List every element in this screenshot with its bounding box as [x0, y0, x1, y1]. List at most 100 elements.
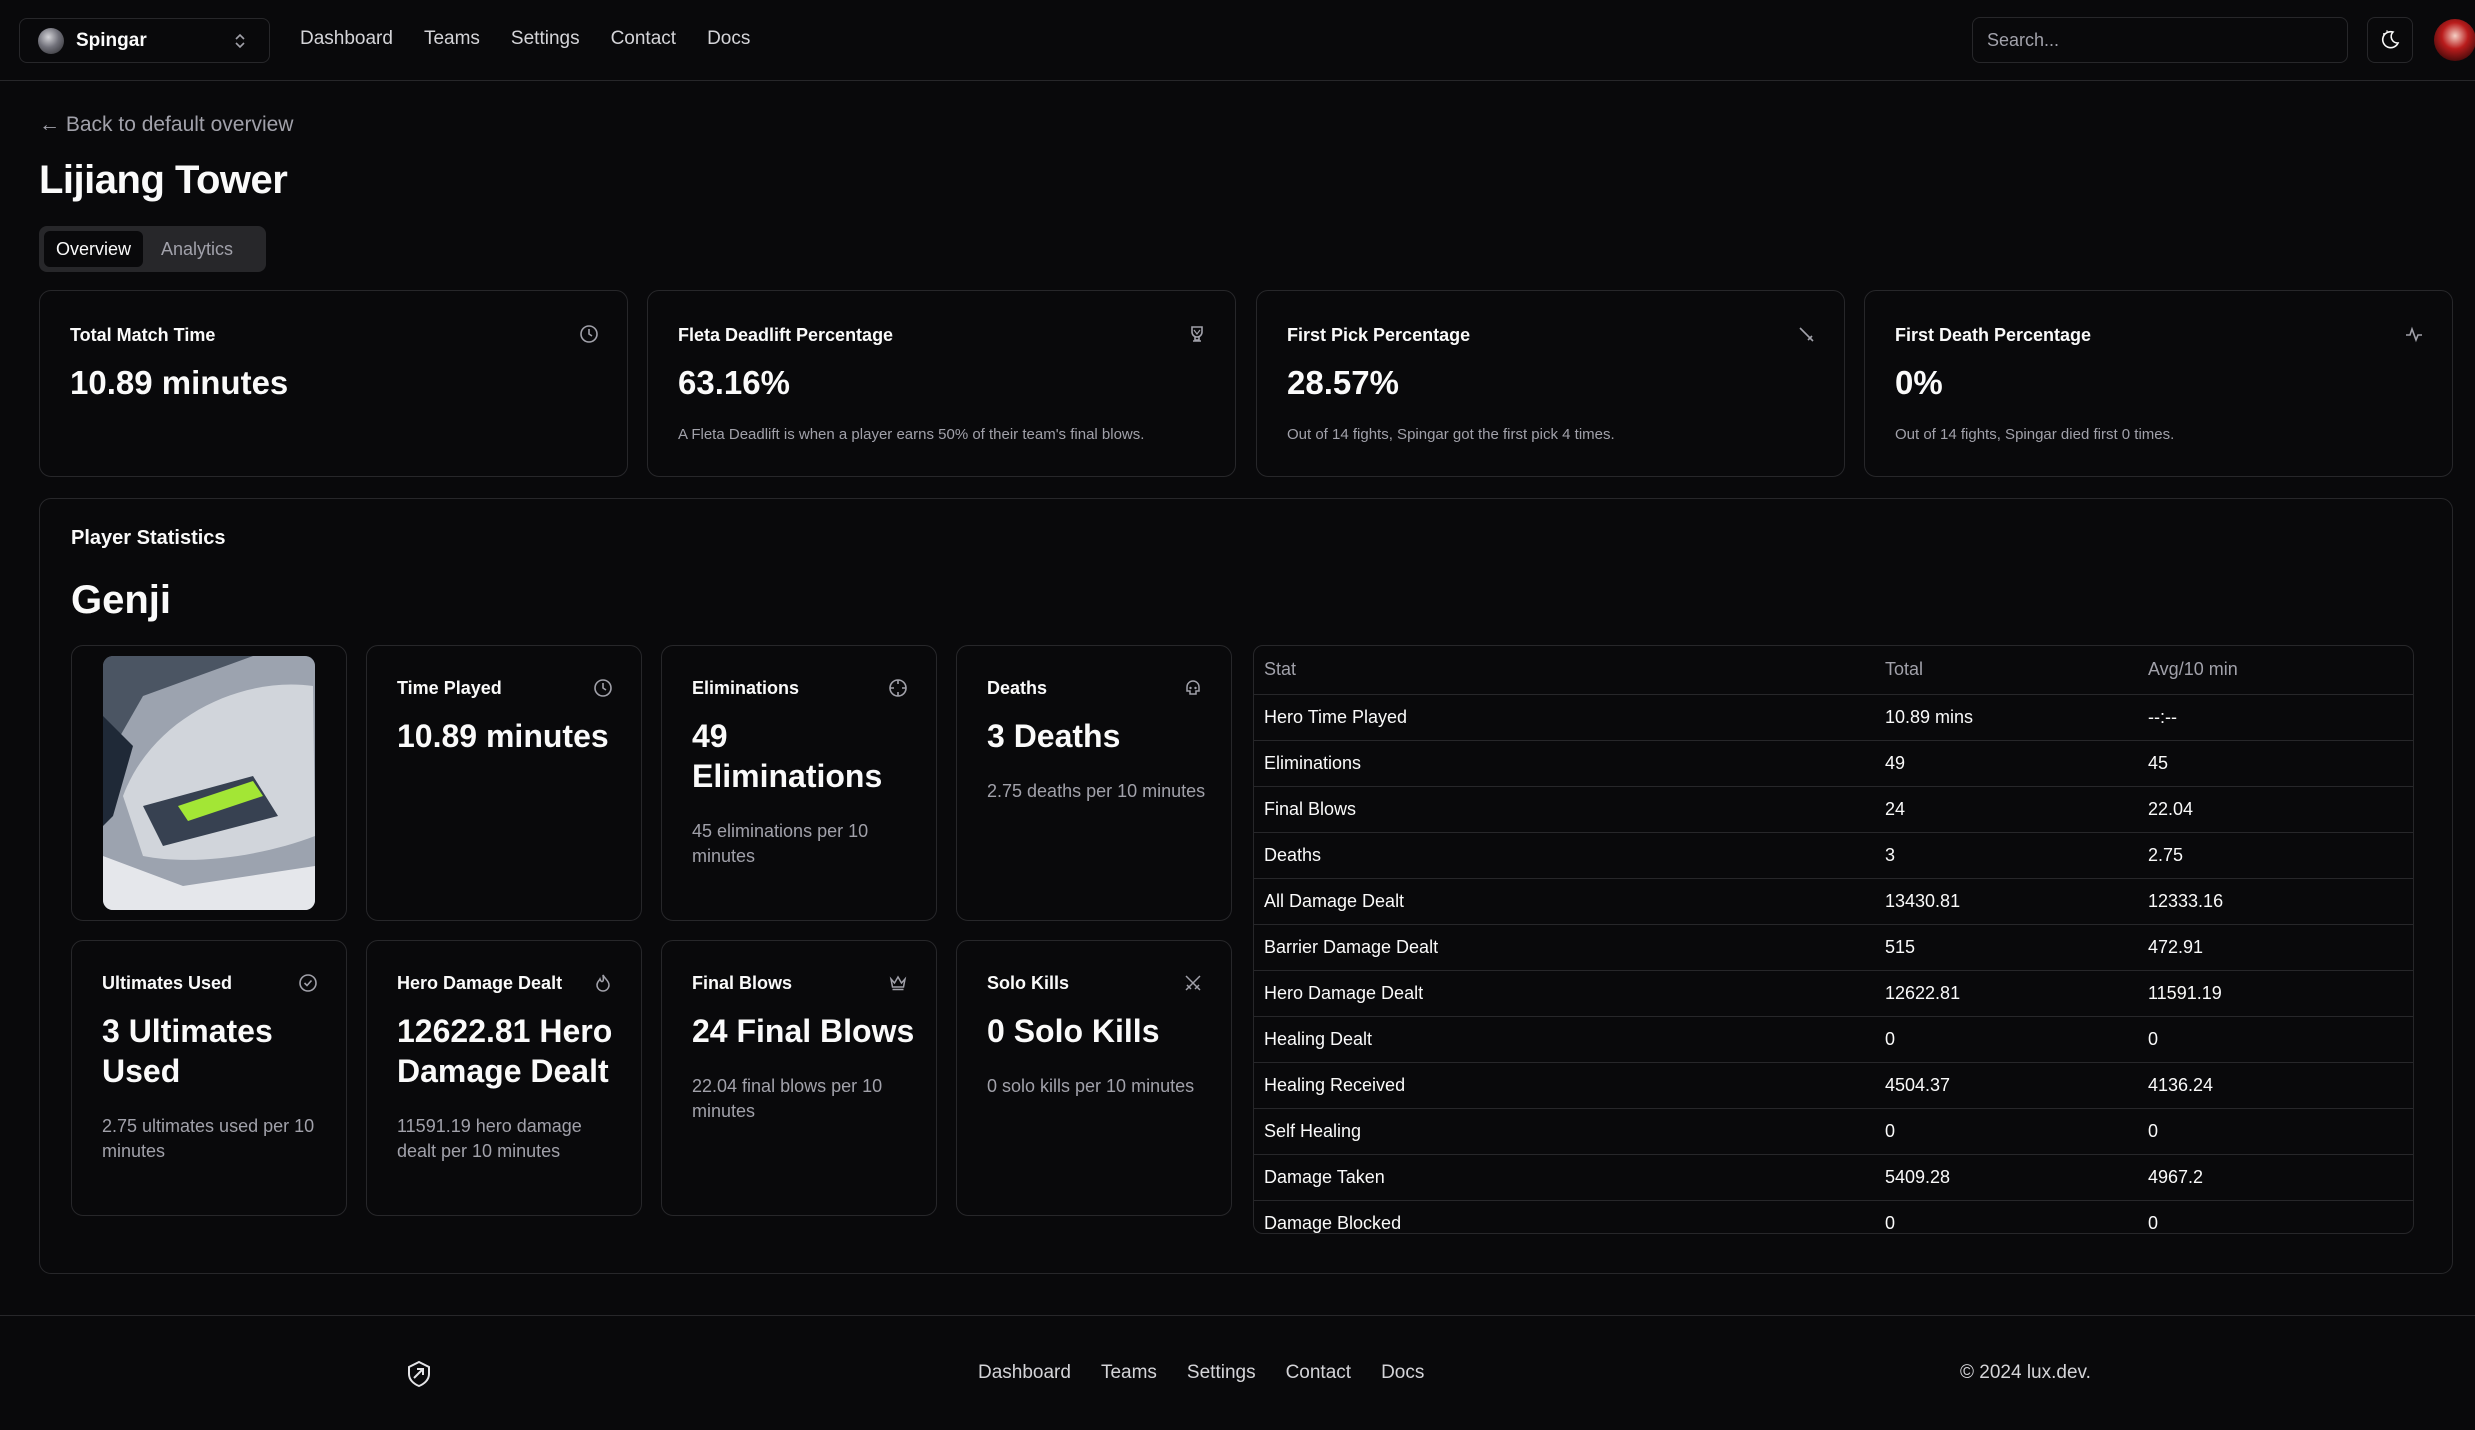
stat-label: Time Played — [397, 678, 502, 698]
total-cell: 0 — [1875, 1108, 2138, 1155]
stats-table-container[interactable]: Stat Total Avg/10 min Hero Time Played 10… — [1253, 645, 2414, 1234]
hero-portrait-card — [71, 645, 347, 921]
table-row: All Damage Dealt 13430.81 12333.16 — [1254, 878, 2413, 925]
avg-cell: 472.91 — [2138, 924, 2413, 971]
stat-label: Eliminations — [692, 678, 800, 698]
logo-icon[interactable] — [406, 1360, 432, 1393]
total-cell: 13430.81 — [1875, 878, 2138, 925]
stat-note: 2.75 deaths per 10 minutes — [987, 781, 1206, 801]
team-name: Spingar — [76, 29, 147, 51]
table-row: Hero Time Played 10.89 mins --:-- — [1254, 694, 2413, 741]
stat-value: 10.89 minutes — [397, 718, 609, 754]
card-label: Total Match Time — [70, 325, 216, 345]
stat-label: Deaths — [987, 678, 1048, 698]
card-value: 63.16% — [678, 364, 790, 401]
stat-name-cell: Eliminations — [1254, 740, 1875, 787]
stat-name-cell: Damage Blocked — [1254, 1200, 1875, 1233]
search-input[interactable] — [1972, 17, 2348, 63]
table-row: Healing Dealt 0 0 — [1254, 1016, 2413, 1063]
column-header-total: Total — [1875, 646, 2138, 695]
card-label: First Pick Percentage — [1287, 325, 1471, 345]
tab-overview[interactable]: Overview — [44, 231, 144, 267]
tab-list: Overview Analytics — [39, 226, 266, 272]
table-row: Barrier Damage Dealt 515 472.91 — [1254, 924, 2413, 971]
skull-icon — [1183, 678, 1203, 698]
stats-table: Stat Total Avg/10 min Hero Time Played 10… — [1254, 646, 2413, 1233]
footer-link-settings[interactable]: Settings — [1187, 1362, 1256, 1384]
stat-name-cell: Healing Received — [1254, 1062, 1875, 1109]
stat-label: Ultimates Used — [102, 973, 233, 993]
card-value: 0% — [1895, 364, 1943, 401]
table-row: Damage Taken 5409.28 4967.2 — [1254, 1154, 2413, 1201]
footer-nav: Dashboard Teams Settings Contact Docs — [978, 1362, 1424, 1384]
footer: Dashboard Teams Settings Contact Docs © … — [0, 1315, 2475, 1430]
nav-docs[interactable]: Docs — [707, 28, 750, 50]
stat-value: 0 Solo Kills — [987, 1013, 1160, 1049]
swords-icon — [1183, 973, 1203, 993]
card-value: 28.57% — [1287, 364, 1399, 401]
table-row: Final Blows 24 22.04 — [1254, 786, 2413, 833]
footer-link-dashboard[interactable]: Dashboard — [978, 1362, 1071, 1384]
stat-value: 3 Ultimates Used — [102, 1013, 273, 1089]
stat-name-cell: Final Blows — [1254, 786, 1875, 833]
nav-settings[interactable]: Settings — [511, 28, 580, 50]
stat-card-eliminations: Eliminations 49 Eliminations 45 eliminat… — [661, 645, 937, 921]
footer-link-contact[interactable]: Contact — [1286, 1362, 1351, 1384]
clock-icon — [593, 678, 613, 698]
stat-note: 2.75 ultimates used per 10 minutes — [102, 1116, 315, 1161]
main-nav: Dashboard Teams Settings Contact Docs — [300, 28, 750, 50]
stat-name-cell: Hero Damage Dealt — [1254, 970, 1875, 1017]
stat-value: 24 Final Blows — [692, 1013, 915, 1049]
avg-cell: 45 — [2138, 740, 2413, 787]
avg-cell: --:-- — [2138, 694, 2413, 741]
sword-icon — [1796, 324, 1816, 344]
total-cell: 10.89 mins — [1875, 694, 2138, 741]
stat-name-cell: Damage Taken — [1254, 1154, 1875, 1201]
stat-label: Hero Damage Dealt — [397, 973, 563, 993]
nav-dashboard[interactable]: Dashboard — [300, 28, 393, 50]
chevron-up-down-icon — [233, 31, 247, 56]
page-title: Lijiang Tower — [39, 158, 288, 202]
stat-value: 12622.81 Hero Damage Dealt — [397, 1013, 613, 1089]
avg-cell: 11591.19 — [2138, 970, 2413, 1017]
clock-icon — [579, 324, 599, 344]
stat-name-cell: Deaths — [1254, 832, 1875, 879]
column-header-stat: Stat — [1254, 646, 1875, 695]
stat-name-cell: Healing Dealt — [1254, 1016, 1875, 1063]
team-avatar — [38, 27, 64, 54]
footer-link-docs[interactable]: Docs — [1381, 1362, 1424, 1384]
table-row: Self Healing 0 0 — [1254, 1108, 2413, 1155]
footer-link-teams[interactable]: Teams — [1101, 1362, 1157, 1384]
total-cell: 4504.37 — [1875, 1062, 2138, 1109]
stat-note: 22.04 final blows per 10 minutes — [692, 1076, 883, 1121]
nav-contact[interactable]: Contact — [611, 28, 676, 50]
card-label: First Death Percentage — [1895, 325, 2092, 345]
stat-name-cell: Barrier Damage Dealt — [1254, 924, 1875, 971]
crown-icon — [888, 973, 908, 993]
table-row: Eliminations 49 45 — [1254, 740, 2413, 787]
summary-card-fleta-deadlift: Fleta Deadlift Percentage 63.16% A Fleta… — [647, 290, 1236, 477]
theme-toggle-button[interactable] — [2367, 17, 2413, 63]
stat-name-cell: All Damage Dealt — [1254, 878, 1875, 925]
team-switcher[interactable]: Spingar — [19, 18, 270, 63]
tab-analytics[interactable]: Analytics — [149, 231, 245, 267]
activity-icon — [2404, 324, 2424, 344]
user-avatar[interactable] — [2434, 19, 2475, 61]
copyright: © 2024 lux.dev. — [1960, 1362, 2091, 1383]
player-statistics-title: Player Statistics — [71, 527, 226, 549]
stat-card-ultimates-used: Ultimates Used 3 Ultimates Used 2.75 ult… — [71, 940, 347, 1216]
stat-card-hero-damage: Hero Damage Dealt 12622.81 Hero Damage D… — [366, 940, 642, 1216]
card-value: 10.89 minutes — [70, 364, 289, 401]
crosshair-icon — [888, 678, 908, 698]
summary-card-match-time: Total Match Time 10.89 minutes — [39, 290, 628, 477]
back-link[interactable]: ← Back to default overview — [39, 113, 293, 137]
flame-icon — [593, 973, 613, 993]
summary-card-first-death: First Death Percentage 0% Out of 14 figh… — [1864, 290, 2453, 477]
total-cell: 0 — [1875, 1016, 2138, 1063]
total-cell: 24 — [1875, 786, 2138, 833]
total-cell: 515 — [1875, 924, 2138, 971]
top-navbar: Spingar Dashboard Teams Settings Contact… — [0, 0, 2475, 81]
stat-note: 45 eliminations per 10 minutes — [692, 821, 869, 866]
stat-name-cell: Self Healing — [1254, 1108, 1875, 1155]
nav-teams[interactable]: Teams — [424, 28, 480, 50]
